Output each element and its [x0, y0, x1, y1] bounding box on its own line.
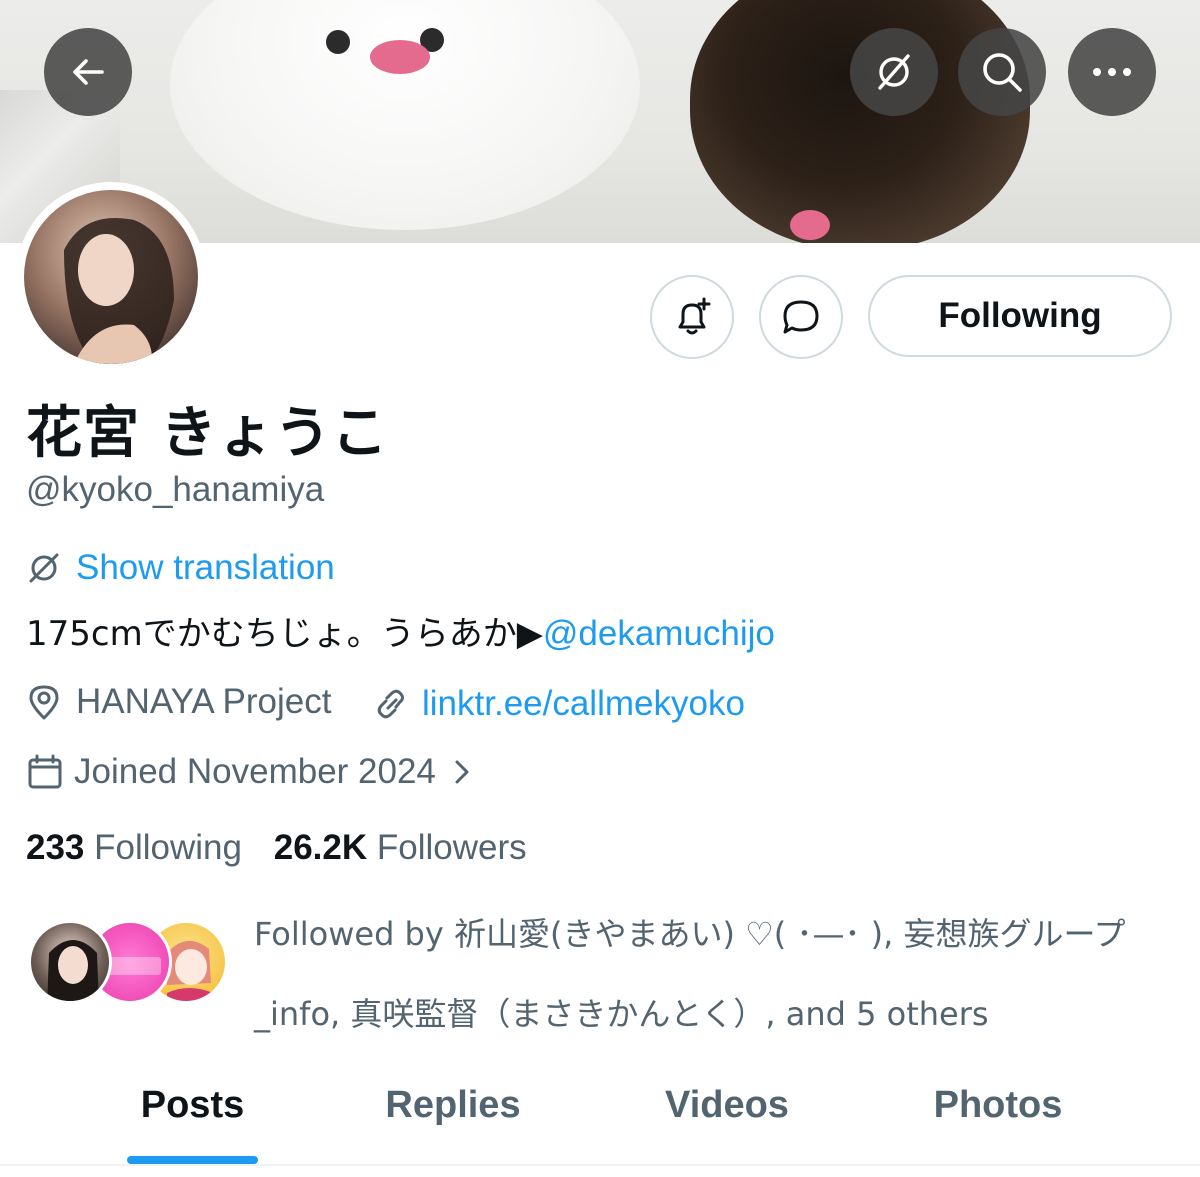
more-button[interactable]	[1068, 28, 1156, 116]
more-icon	[1093, 68, 1131, 76]
arrow-left-icon	[73, 59, 104, 85]
banner-dog-tongue	[370, 40, 430, 74]
joined-label: Joined November 2024	[74, 752, 436, 791]
profile-tabs: Posts Replies Videos Photos	[0, 1060, 1200, 1164]
profile-link-label: linktr.ee/callmekyoko	[422, 684, 745, 723]
location-icon	[29, 685, 59, 720]
following-stat[interactable]: 233 Following	[26, 828, 242, 867]
tab-replies[interactable]: Replies	[370, 1084, 536, 1127]
link-icon	[377, 689, 404, 719]
profile-link[interactable]: linktr.ee/callmekyoko	[372, 684, 745, 724]
following-stat-label: Following	[94, 828, 242, 867]
bio: 175cmでかむちじょ。うらあか▶@dekamuchijo	[26, 606, 775, 655]
calendar-icon	[28, 754, 62, 789]
followers-count: 26.2K	[273, 828, 368, 867]
location-label: HANAYA Project	[76, 682, 332, 721]
bio-text: 175cmでかむちじょ。うらあか▶	[26, 614, 543, 654]
banner-dog-tongue	[790, 210, 830, 240]
translate-button[interactable]	[850, 28, 938, 116]
message-button[interactable]	[759, 275, 843, 359]
joined-date[interactable]: Joined November 2024	[26, 752, 476, 792]
following-count: 233	[26, 828, 85, 867]
following-button[interactable]: Following	[868, 275, 1172, 357]
translate-icon	[878, 54, 910, 90]
avatar[interactable]	[24, 190, 198, 364]
tabs-divider	[0, 1164, 1200, 1166]
search-icon	[983, 53, 1022, 92]
show-translation-label: Show translation	[76, 548, 335, 587]
followers-stat[interactable]: 26.2K Followers	[274, 828, 527, 867]
back-button[interactable]	[44, 28, 132, 116]
tab-photos[interactable]: Photos	[918, 1084, 1078, 1127]
tab-videos[interactable]: Videos	[648, 1084, 806, 1127]
notify-button[interactable]	[650, 275, 734, 359]
message-icon	[783, 300, 819, 334]
show-translation-link[interactable]: Show translation	[26, 548, 335, 588]
follow-stats: 233 Following 26.2K Followers	[26, 828, 527, 868]
search-button[interactable]	[958, 28, 1046, 116]
followers-stat-label: Followers	[376, 828, 527, 867]
avatar-portrait	[64, 218, 174, 364]
bell-plus-icon	[678, 297, 711, 335]
bio-mention-link[interactable]: @dekamuchijo	[543, 614, 775, 653]
tab-posts[interactable]: Posts	[127, 1084, 258, 1127]
location: HANAYA Project	[26, 682, 331, 722]
banner-dog-eye	[326, 30, 350, 54]
active-tab-indicator	[127, 1156, 258, 1164]
followed-by-text[interactable]: Followed by 祈山愛(きやまあい) ♡( ･—･ ), 妄想族グループ…	[254, 894, 1164, 1054]
display-name: 花宮 きょうこ	[26, 401, 389, 466]
handle: @kyoko_hanamiya	[26, 470, 325, 509]
translate-icon	[29, 553, 59, 583]
banner-white-dog	[170, 0, 640, 230]
chevron-right-icon	[455, 760, 469, 784]
follower-avatar[interactable]	[28, 920, 112, 1004]
